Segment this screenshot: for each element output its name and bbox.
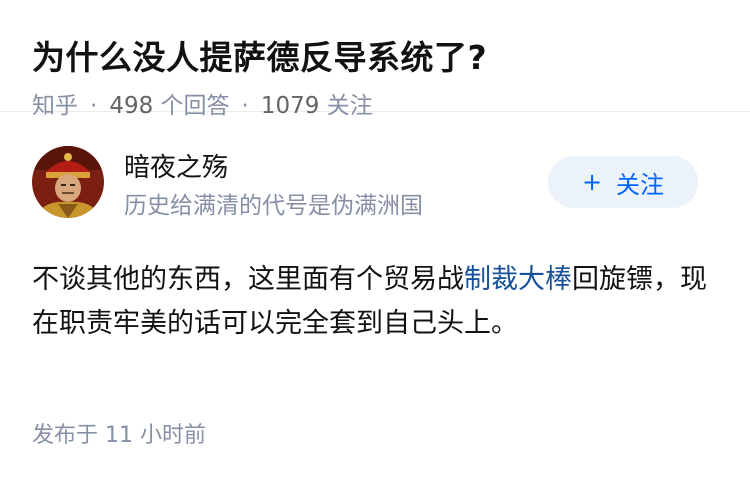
avatar-image <box>32 146 104 218</box>
answer-text-part1: 不谈其他的东西，这里面有个贸易战 <box>32 264 464 295</box>
answer-card: 暗夜之殇 历史给满清的代号是伪满洲国 + 关注 不谈其他的东西，这里面有个贸易战… <box>0 112 750 346</box>
plus-icon: + <box>581 168 603 196</box>
avatar[interactable] <box>32 146 104 218</box>
follow-button[interactable]: + 关注 <box>548 156 698 208</box>
author-name[interactable]: 暗夜之殇 <box>124 152 228 184</box>
answer-content[interactable]: 不谈其他的东西，这里面有个贸易战制裁大棒回旋镖，现在职责牢美的话可以完全套到自己… <box>32 258 712 346</box>
follow-button-label: 关注 <box>616 170 665 199</box>
inline-topic-link[interactable]: 制裁大棒 <box>464 264 572 295</box>
zhihu-answer-page: 为什么没人提萨德反导系统了? 知乎 · 498 个回答 · 1079 关注 暗夜… <box>0 0 750 486</box>
question-header: 为什么没人提萨德反导系统了? 知乎 · 498 个回答 · 1079 关注 <box>0 0 750 119</box>
author-info: 暗夜之殇 历史给满清的代号是伪满洲国 + 关注 <box>32 112 718 252</box>
question-title[interactable]: 为什么没人提萨德反导系统了? <box>32 36 718 80</box>
author-bio: 历史给满清的代号是伪满洲国 <box>124 193 423 219</box>
publish-time: 发布于 11 小时前 <box>32 423 206 448</box>
